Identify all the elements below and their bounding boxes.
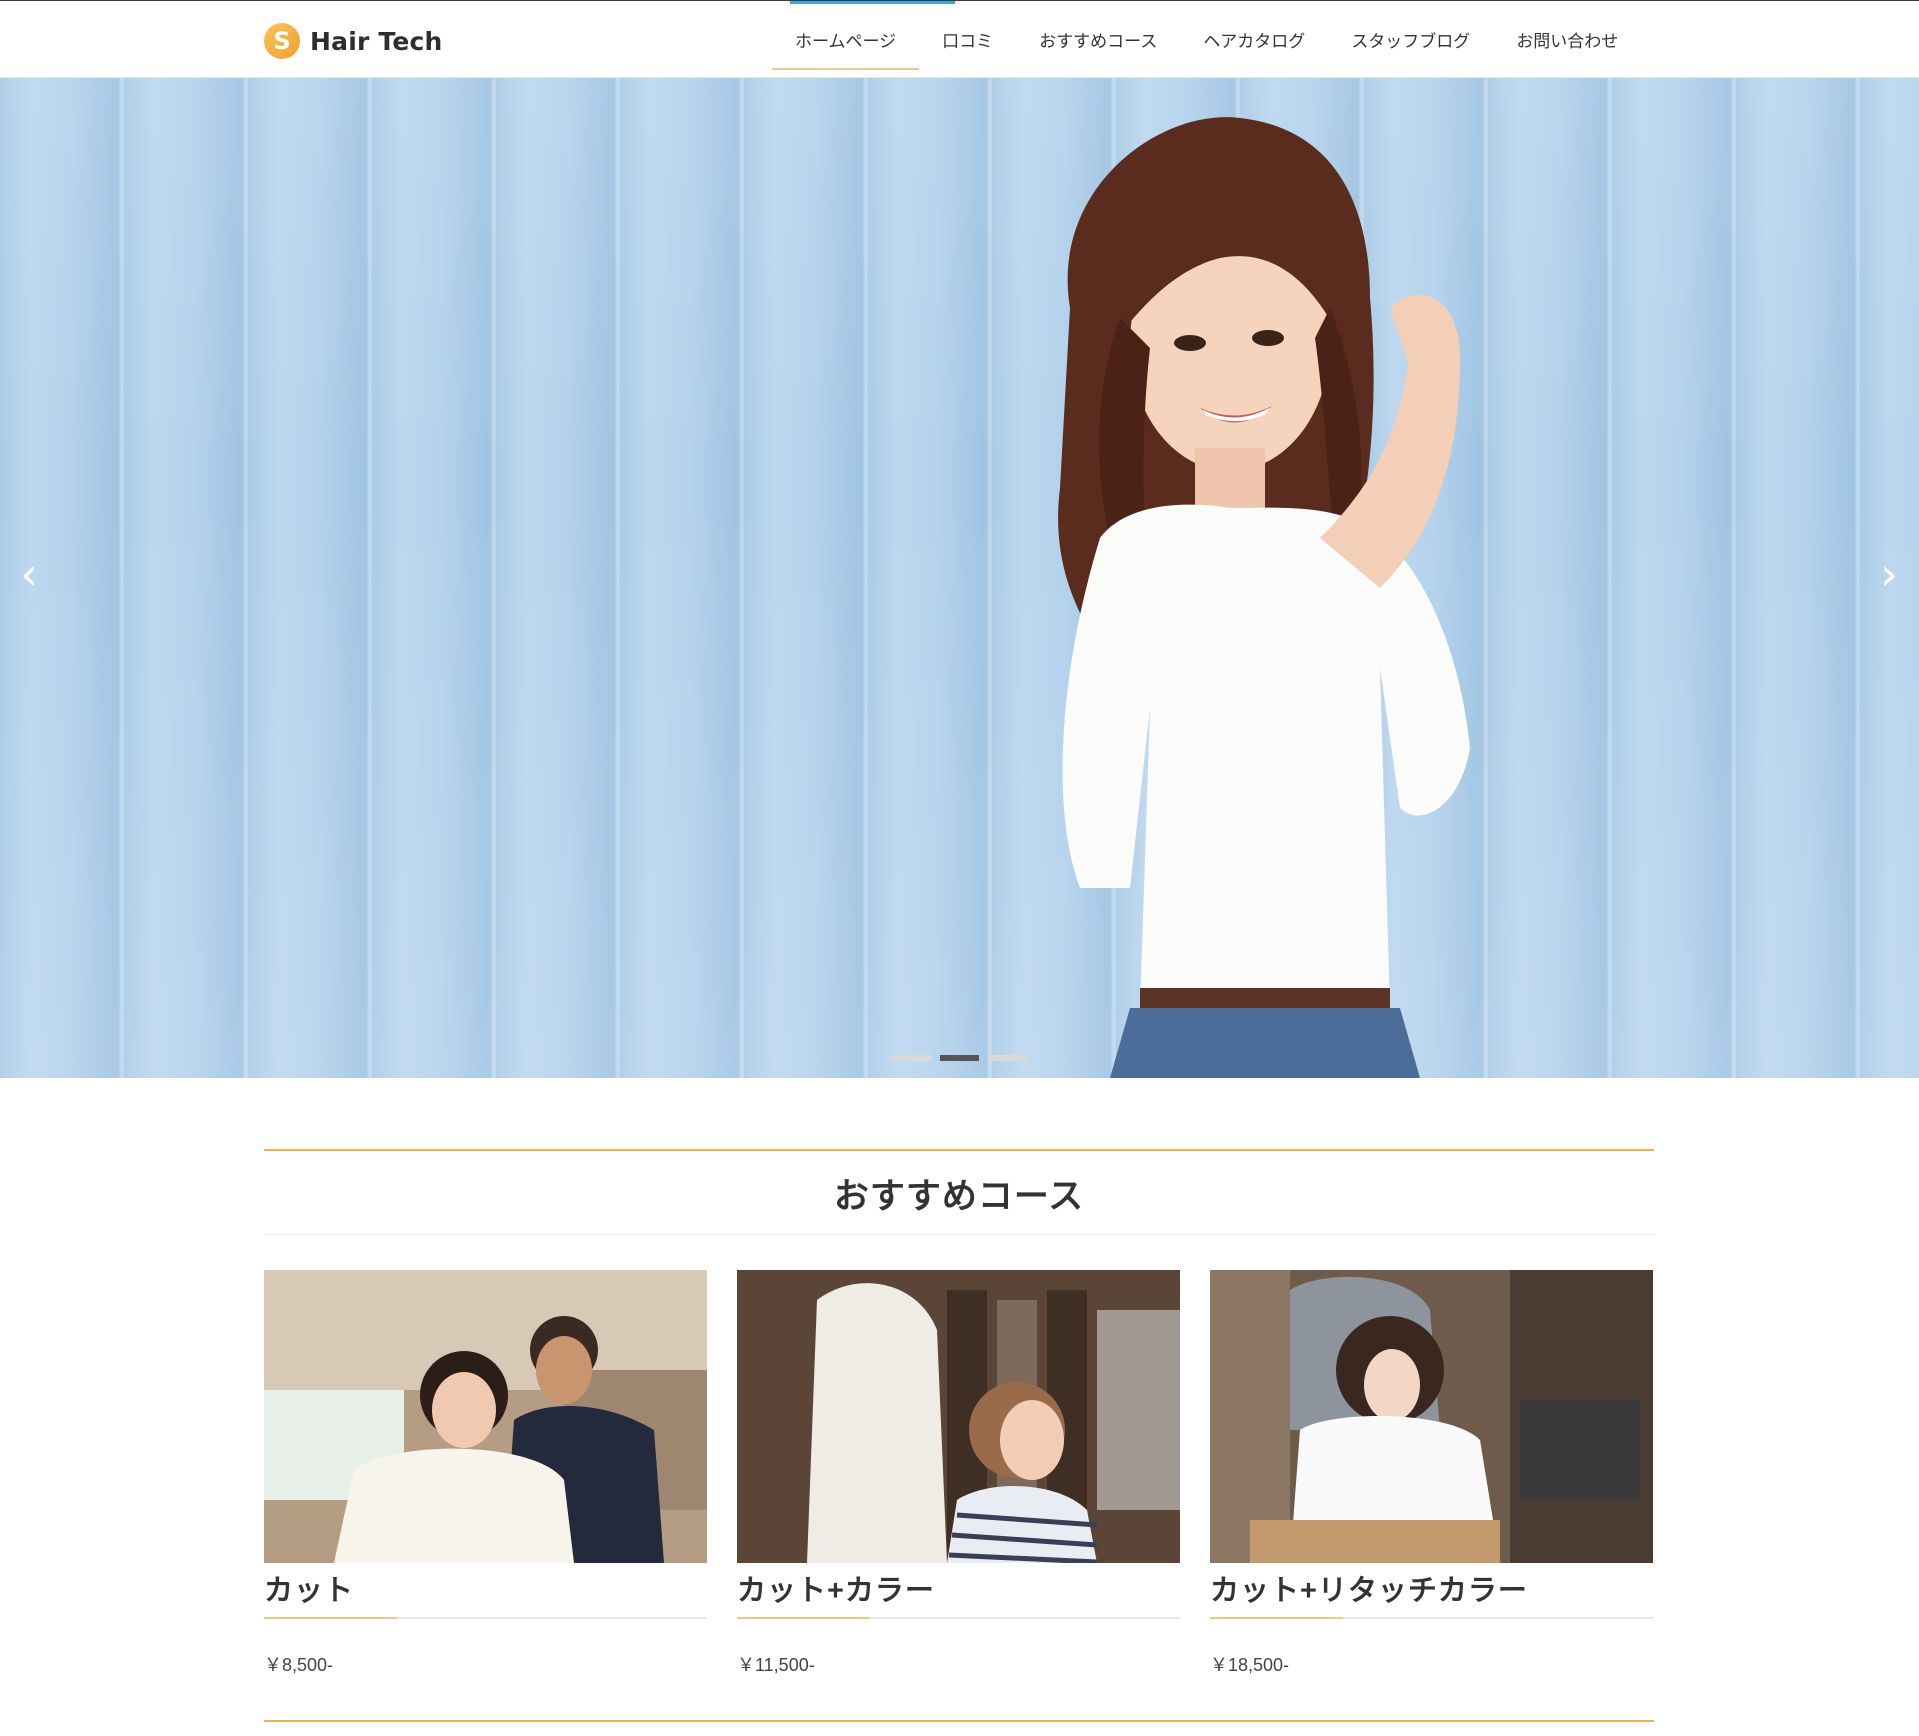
- site-header: S Hair Tech ホームページ 口コミ おすすめコース ヘアカタログ スタ…: [0, 1, 1919, 78]
- course-price: ￥18,500-: [1210, 1655, 1290, 1675]
- slider-dot-2[interactable]: [940, 1055, 979, 1061]
- slider-dot-3[interactable]: [988, 1055, 1027, 1061]
- section-title: おすすめコース: [833, 1177, 1085, 1216]
- nav-item-staff-blog[interactable]: スタッフブログ: [1328, 1, 1493, 78]
- section-top-rule: [264, 1149, 1654, 1151]
- course-image-cut[interactable]: [264, 1270, 707, 1563]
- section-title-rule: [264, 1234, 1654, 1235]
- course-image-cut-retouch-color[interactable]: [1210, 1270, 1653, 1563]
- main-nav: ホームページ 口コミ おすすめコース ヘアカタログ スタッフブログ お問い合わせ: [772, 1, 1641, 78]
- nav-item-courses[interactable]: おすすめコース: [1016, 1, 1180, 78]
- nav-item-contact[interactable]: お問い合わせ: [1493, 1, 1641, 78]
- hero-woman-image: [1058, 117, 1470, 1078]
- chevron-right-icon[interactable]: ›: [1874, 553, 1904, 597]
- section-bottom-rule: [264, 1720, 1654, 1722]
- course-image-cut-color[interactable]: [737, 1270, 1180, 1563]
- course-card-cut-retouch-color[interactable]: カット+リタッチカラー ￥18,500-: [1210, 1270, 1653, 1677]
- course-name: カット: [264, 1575, 355, 1607]
- nav-item-hair-catalog[interactable]: ヘアカタログ: [1180, 1, 1328, 78]
- course-name: カット+リタッチカラー: [1210, 1575, 1528, 1607]
- course-name: カット+カラー: [737, 1575, 935, 1607]
- course-rule: [1210, 1617, 1653, 1619]
- course-rule: [737, 1617, 1180, 1619]
- site-logo[interactable]: S Hair Tech: [264, 21, 443, 61]
- course-card-cut[interactable]: カット ￥8,500-: [264, 1270, 707, 1677]
- course-price: ￥8,500-: [264, 1655, 334, 1675]
- logo-text: Hair Tech: [310, 26, 443, 56]
- chevron-left-icon[interactable]: ‹: [14, 553, 44, 597]
- slider-dot-1[interactable]: [892, 1055, 931, 1061]
- hero-slider: ‹ ›: [0, 78, 1919, 1078]
- slider-dots: [892, 1055, 1027, 1061]
- nav-item-reviews[interactable]: 口コミ: [919, 1, 1016, 78]
- s-logo-icon: S: [264, 23, 300, 59]
- course-price: ￥11,500-: [737, 1655, 815, 1675]
- nav-item-home[interactable]: ホームページ: [772, 1, 920, 78]
- course-card-cut-color[interactable]: カット+カラー ￥11,500-: [737, 1270, 1180, 1677]
- course-rule: [264, 1617, 707, 1619]
